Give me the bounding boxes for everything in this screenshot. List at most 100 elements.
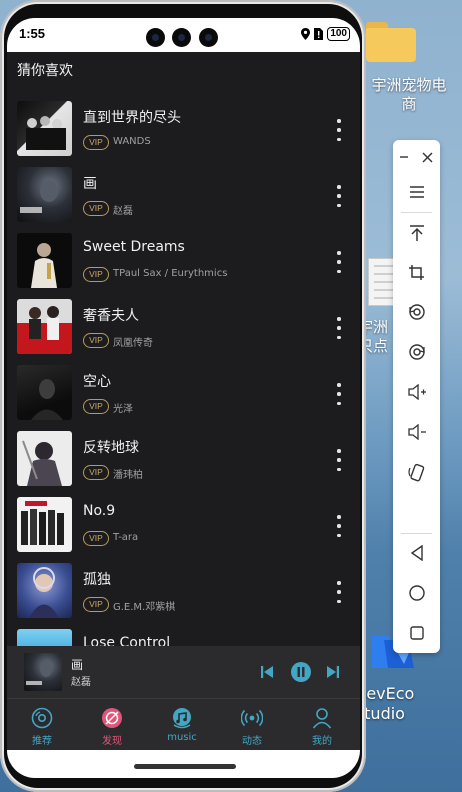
song-title: 空心 [83, 374, 111, 390]
music-cloud-icon [171, 707, 193, 729]
status-time: 1:55 [19, 26, 46, 41]
song-artist: 凤凰传奇 [113, 338, 153, 349]
home-indicator[interactable] [134, 764, 236, 769]
tab-label: 动态 [242, 736, 262, 747]
album-cover [17, 629, 72, 646]
volume-up-icon [407, 384, 426, 400]
more-options-icon[interactable] [331, 383, 347, 405]
song-title: 孤独 [83, 572, 111, 588]
front-camera [172, 28, 191, 47]
pin-top-button[interactable] [393, 218, 440, 248]
tab-recommend[interactable]: 推荐 [7, 699, 77, 751]
album-cover [17, 365, 72, 420]
person-icon [311, 707, 333, 729]
list-item[interactable]: 画 VIP 赵磊 [7, 167, 360, 233]
menu-button[interactable] [393, 177, 440, 207]
more-options-icon[interactable] [331, 119, 347, 141]
song-artist: 潘玮柏 [113, 470, 143, 481]
now-playing-artist: 赵磊 [71, 677, 91, 688]
tab-label: 发现 [102, 736, 122, 747]
desktop-folder-label[interactable]: 宇洲宠物电 商 [356, 76, 462, 114]
skip-next-icon [327, 666, 339, 678]
home-circle-icon [408, 585, 425, 601]
minimize-button[interactable] [393, 142, 415, 172]
tab-label: 推荐 [32, 736, 52, 747]
previous-button[interactable] [257, 662, 277, 682]
shake-button[interactable] [393, 457, 440, 487]
pause-icon [291, 662, 311, 682]
battery-indicator: 100 [327, 27, 350, 41]
phone-frame: 1:55 100 猜你喜欢 直到世界的尽头 VIP WANDS 画 VIP 赵磊… [0, 0, 366, 792]
close-icon [422, 152, 433, 162]
list-item[interactable]: 直到世界的尽头 VIP WANDS [7, 101, 360, 167]
back-button[interactable] [393, 538, 440, 568]
bottom-tab-bar: 推荐 发现 music 动态 我的 [7, 698, 360, 750]
song-title: Lose Control [83, 635, 171, 646]
home-button[interactable] [393, 578, 440, 608]
song-artist: T-ara [113, 532, 139, 543]
list-item[interactable]: No.9 VIP T-ara [7, 497, 360, 563]
more-options-icon[interactable] [331, 185, 347, 207]
vip-badge: VIP [83, 597, 109, 612]
more-options-icon[interactable] [331, 581, 347, 603]
tab-mine[interactable]: 我的 [287, 699, 357, 751]
vip-badge: VIP [83, 465, 109, 480]
song-artist: 光泽 [113, 404, 133, 415]
album-cover [17, 563, 72, 618]
broadcast-icon [241, 707, 263, 729]
song-title: 奢香夫人 [83, 308, 139, 324]
list-item[interactable]: 奢香夫人 VIP 凤凰传奇 [7, 299, 360, 365]
list-item[interactable]: 空心 VIP 光泽 [7, 365, 360, 431]
song-title: 画 [83, 176, 97, 192]
disc-icon [31, 707, 53, 729]
close-button[interactable] [415, 142, 440, 172]
list-item[interactable]: 孤独 VIP G.E.M.邓紫棋 [7, 563, 360, 629]
song-title: Sweet Dreams [83, 239, 185, 255]
song-artist: WANDS [113, 136, 151, 147]
more-options-icon[interactable] [331, 515, 347, 537]
album-cover [17, 101, 72, 156]
crop-icon [409, 264, 424, 280]
screenshot-crop-button[interactable] [393, 257, 440, 287]
song-artist: G.E.M.邓紫棋 [113, 602, 176, 613]
list-item[interactable]: Lose Control [7, 629, 360, 646]
volume-down-button[interactable] [393, 417, 440, 447]
list-item[interactable]: Sweet Dreams VIP TPaul Sax / Eurythmics [7, 233, 360, 299]
recent-square-icon [409, 626, 424, 640]
pause-button[interactable] [289, 660, 313, 684]
front-camera [199, 28, 218, 47]
song-title: No.9 [83, 503, 116, 519]
recent-apps-button[interactable] [393, 618, 440, 648]
rotate-right-icon [408, 344, 425, 360]
rotate-left-button[interactable] [393, 297, 440, 327]
shake-phone-icon [407, 463, 424, 482]
pin-top-icon [409, 225, 424, 241]
desktop-folder-icon[interactable] [366, 22, 416, 62]
more-options-icon[interactable] [331, 251, 347, 273]
album-cover [17, 497, 72, 552]
app-screen: 1:55 100 猜你喜欢 直到世界的尽头 VIP WANDS 画 VIP 赵磊… [7, 18, 360, 778]
section-title: 猜你喜欢 [17, 63, 73, 79]
vip-badge: VIP [83, 267, 109, 282]
more-options-icon[interactable] [331, 449, 347, 471]
list-item[interactable]: 反转地球 VIP 潘玮柏 [7, 431, 360, 497]
tab-discover[interactable]: 发现 [77, 699, 147, 751]
song-artist: 赵磊 [113, 206, 133, 217]
album-cover [17, 431, 72, 486]
more-options-icon[interactable] [331, 317, 347, 339]
sim-alert-icon [314, 28, 324, 40]
now-playing-cover [24, 653, 62, 691]
volume-up-button[interactable] [393, 377, 440, 407]
album-cover [17, 299, 72, 354]
now-playing-bar[interactable]: 画 赵磊 [7, 646, 360, 698]
tab-music[interactable]: music [147, 699, 217, 751]
now-playing-title: 画 [71, 658, 84, 672]
song-list[interactable]: 直到世界的尽头 VIP WANDS 画 VIP 赵磊 Sweet Dreams … [7, 98, 360, 646]
tab-activity[interactable]: 动态 [217, 699, 287, 751]
next-button[interactable] [323, 662, 343, 682]
location-icon [301, 28, 311, 40]
rotate-right-button[interactable] [393, 337, 440, 367]
emulator-control-panel [393, 140, 440, 653]
skip-previous-icon [261, 666, 273, 678]
vip-badge: VIP [83, 399, 109, 414]
